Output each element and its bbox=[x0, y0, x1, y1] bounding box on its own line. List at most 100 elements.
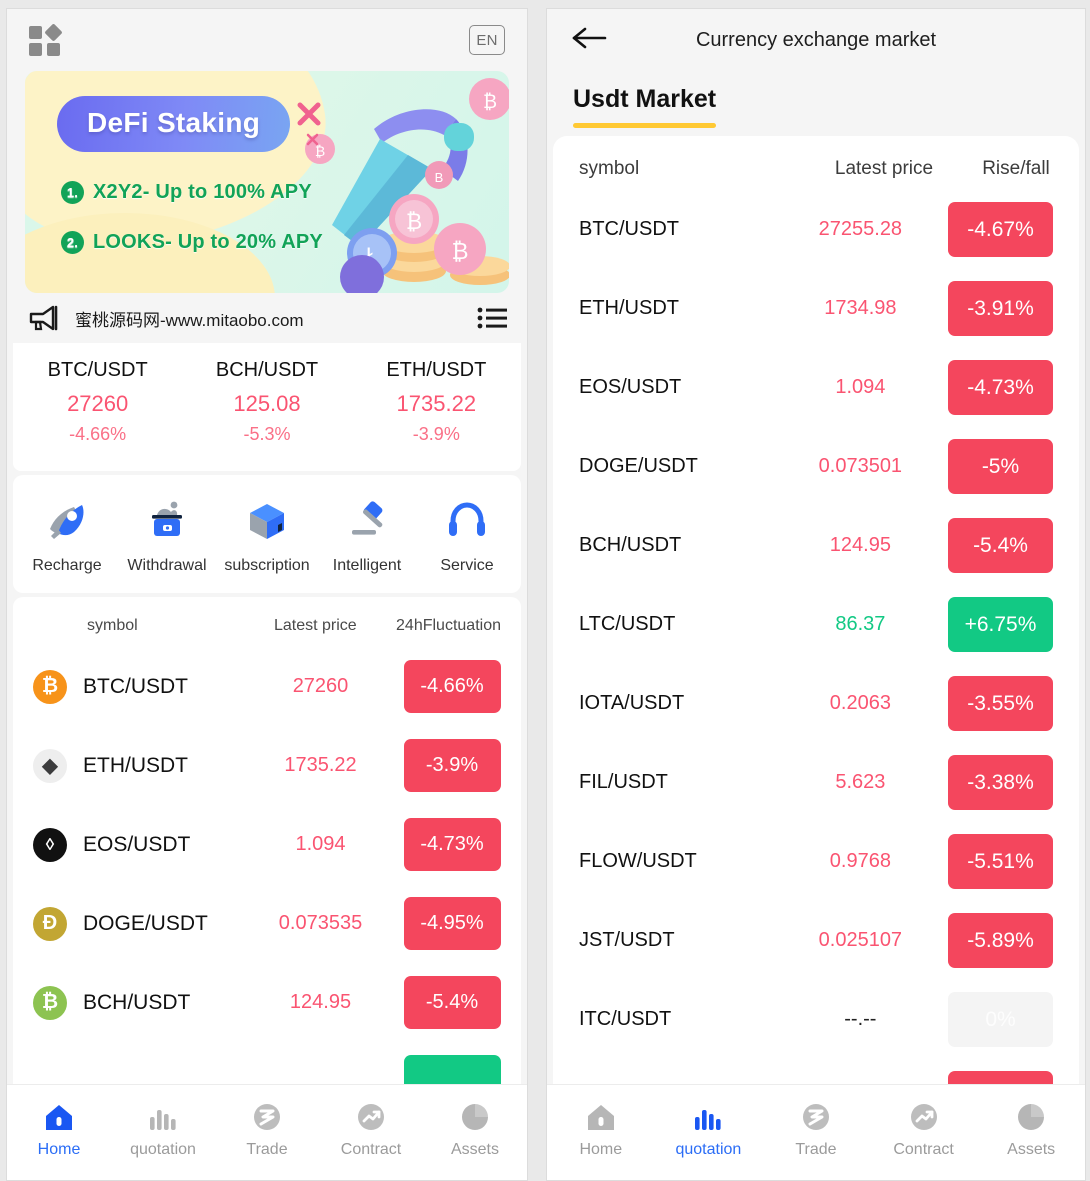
tab-home[interactable]: Home bbox=[7, 1099, 111, 1159]
table-row-symbol: IOTA/USDT bbox=[579, 692, 685, 714]
table-row[interactable]: DOGE/USDT 0.073501 -5% bbox=[553, 427, 1079, 506]
home-scroll-area[interactable]: EN DeFi Staking 1. X2Y2- Up to 100% APY … bbox=[7, 9, 527, 1180]
table-row-symbol: DOGE/USDT bbox=[579, 455, 698, 477]
table-row[interactable]: FLOW/USDT 0.9768 -5.51% bbox=[553, 822, 1079, 901]
shortcut-label: Intelligent bbox=[332, 557, 402, 574]
gavel-icon bbox=[344, 497, 390, 543]
tab-label: quotation bbox=[675, 1141, 742, 1158]
svg-text:₿: ₿ bbox=[451, 238, 468, 264]
ticker-price: 125.08 bbox=[233, 391, 301, 416]
bch-coin-icon: ₿ bbox=[33, 985, 67, 1020]
tab-label: Home bbox=[37, 1141, 81, 1158]
tab-label: Contract bbox=[893, 1141, 954, 1158]
table-row-symbol: FLOW/USDT bbox=[579, 850, 697, 872]
market-row[interactable]: ₿ BCH/USDT 124.95 -5.4% bbox=[13, 963, 521, 1042]
ticker-item[interactable]: BCH/USDT 125.08 -5.3% bbox=[182, 359, 351, 445]
banner-bullet-1: 1. X2Y2- Up to 100% APY bbox=[61, 181, 312, 204]
ticker-summary-card: BTC/USDT 27260 -4.66% BCH/USDT 125.08 -5… bbox=[13, 343, 521, 471]
shortcut-label: Service bbox=[440, 557, 494, 574]
market-topbar: Currency exchange market bbox=[547, 9, 1085, 71]
list-menu-icon[interactable] bbox=[477, 307, 507, 329]
tab-contract[interactable]: Contract bbox=[870, 1099, 978, 1159]
tab-label: Assets bbox=[1007, 1141, 1056, 1158]
table-row-symbol: ETH/USDT bbox=[579, 297, 679, 319]
home-tabbar: Home quotation Trade Contract Assets bbox=[7, 1084, 527, 1180]
back-arrow-icon[interactable] bbox=[571, 25, 611, 55]
table-row[interactable]: JST/USDT 0.025107 -5.89% bbox=[553, 901, 1079, 980]
table-row[interactable]: ITC/USDT --.-- 0% bbox=[553, 980, 1079, 1059]
ticker-item[interactable]: ETH/USDT 1735.22 -3.9% bbox=[352, 359, 521, 445]
table-row[interactable]: BTC/USDT 27255.28 -4.67% bbox=[553, 190, 1079, 269]
tab-trade[interactable]: Trade bbox=[215, 1099, 319, 1159]
market-row-change-badge: -5.4% bbox=[403, 976, 501, 1029]
table-row[interactable]: LTC/USDT 86.37 +6.75% bbox=[553, 585, 1079, 664]
market-page-title: Currency exchange market bbox=[695, 28, 937, 51]
market-row-change-badge: -4.95% bbox=[403, 897, 501, 950]
table-row[interactable]: FIL/USDT 5.623 -3.38% bbox=[553, 743, 1079, 822]
table-row-symbol: ITC/USDT bbox=[579, 1008, 672, 1030]
market-row[interactable]: Ð DOGE/USDT 0.073535 -4.95% bbox=[13, 884, 521, 963]
market-row-price: 124.95 bbox=[289, 991, 352, 1013]
svg-text:₿: ₿ bbox=[483, 92, 497, 113]
market-header-change: 24hFluctuation bbox=[396, 617, 501, 634]
ticker-change: -3.9% bbox=[412, 424, 460, 444]
grid-apps-icon[interactable] bbox=[29, 23, 63, 56]
tab-quotation[interactable]: quotation bbox=[655, 1099, 763, 1159]
shortcut-intelligent[interactable]: Intelligent bbox=[317, 497, 417, 575]
eos-coin-icon: ◊ bbox=[33, 827, 67, 862]
tab-usdt-market[interactable]: Usdt Market bbox=[573, 85, 717, 128]
app-screen: EN DeFi Staking 1. X2Y2- Up to 100% APY … bbox=[0, 0, 1090, 1181]
table-row-symbol: LTC/USDT bbox=[579, 613, 676, 635]
promo-banner[interactable]: DeFi Staking 1. X2Y2- Up to 100% APY 2. … bbox=[25, 71, 509, 293]
svg-text:B: B bbox=[435, 170, 444, 185]
tab-label: Trade bbox=[795, 1141, 837, 1158]
tab-trade[interactable]: Trade bbox=[762, 1099, 870, 1159]
market-row[interactable]: ◆ ETH/USDT 1735.22 -3.9% bbox=[13, 726, 521, 805]
table-row[interactable]: ETH/USDT 1734.98 -3.91% bbox=[553, 269, 1079, 348]
shortcut-subscription[interactable]: subscription bbox=[217, 497, 317, 575]
tab-assets[interactable]: Assets bbox=[423, 1099, 527, 1159]
tab-label: Contract bbox=[340, 1141, 402, 1158]
announcement-bar[interactable]: 蜜桃源码网-www.mitaobo.com bbox=[7, 293, 527, 343]
tab-home[interactable]: Home bbox=[547, 1099, 655, 1159]
shortcut-recharge[interactable]: Recharge bbox=[17, 497, 117, 575]
language-label: EN bbox=[476, 31, 498, 49]
bars-icon bbox=[692, 1099, 724, 1133]
shortcut-label: Recharge bbox=[32, 557, 102, 574]
tab-assets[interactable]: Assets bbox=[977, 1099, 1085, 1159]
tab-quotation[interactable]: quotation bbox=[111, 1099, 215, 1159]
market-row-symbol: BTC/USDT bbox=[83, 674, 188, 698]
tab-contract[interactable]: Contract bbox=[319, 1099, 423, 1159]
table-row-symbol: BCH/USDT bbox=[579, 534, 682, 556]
table-row-price: 124.95 bbox=[829, 534, 891, 556]
banner-wrapper: DeFi Staking 1. X2Y2- Up to 100% APY 2. … bbox=[7, 71, 527, 293]
market-row[interactable]: ◊ EOS/USDT 1.094 -4.73% bbox=[13, 805, 521, 884]
market-row-change-badge: -4.66% bbox=[403, 660, 501, 713]
banner-bullet-2-text: LOOKS- Up to 20% APY bbox=[93, 231, 323, 253]
ticker-item[interactable]: BTC/USDT 27260 -4.66% bbox=[13, 359, 182, 445]
assets-icon bbox=[459, 1099, 491, 1133]
cube-icon bbox=[244, 497, 290, 543]
table-row-symbol: BTC/USDT bbox=[579, 218, 679, 240]
table-row[interactable]: BCH/USDT 124.95 -5.4% bbox=[553, 506, 1079, 585]
table-header-price: Latest price bbox=[834, 158, 934, 179]
table-row[interactable]: EOS/USDT 1.094 -4.73% bbox=[553, 348, 1079, 427]
table-row[interactable]: IOTA/USDT 0.2063 -3.55% bbox=[553, 664, 1079, 743]
home-icon bbox=[585, 1099, 617, 1133]
table-row-price: 1734.98 bbox=[824, 297, 897, 319]
ticker-price: 27260 bbox=[67, 391, 129, 416]
market-header-symbol: symbol bbox=[87, 617, 138, 634]
table-row-change-badge: -5.51% bbox=[948, 834, 1053, 889]
language-button[interactable]: EN bbox=[469, 25, 505, 55]
market-list-header: symbol Latest price 24hFluctuation bbox=[13, 597, 521, 647]
tab-active-underline bbox=[573, 123, 717, 128]
market-scroll-area[interactable]: Currency exchange market Usdt Market sym… bbox=[547, 9, 1085, 1180]
rocket-icon bbox=[44, 497, 90, 543]
shortcut-service[interactable]: Service bbox=[417, 497, 517, 575]
svg-text:₿: ₿ bbox=[406, 209, 422, 234]
trade-icon bbox=[800, 1099, 832, 1133]
market-row[interactable]: ₿ BTC/USDT 27260 -4.66% bbox=[13, 647, 521, 726]
market-header-price: Latest price bbox=[273, 617, 357, 634]
shortcut-withdrawal[interactable]: Withdrawal bbox=[117, 497, 217, 575]
table-row-change-badge: -5.89% bbox=[948, 913, 1053, 968]
